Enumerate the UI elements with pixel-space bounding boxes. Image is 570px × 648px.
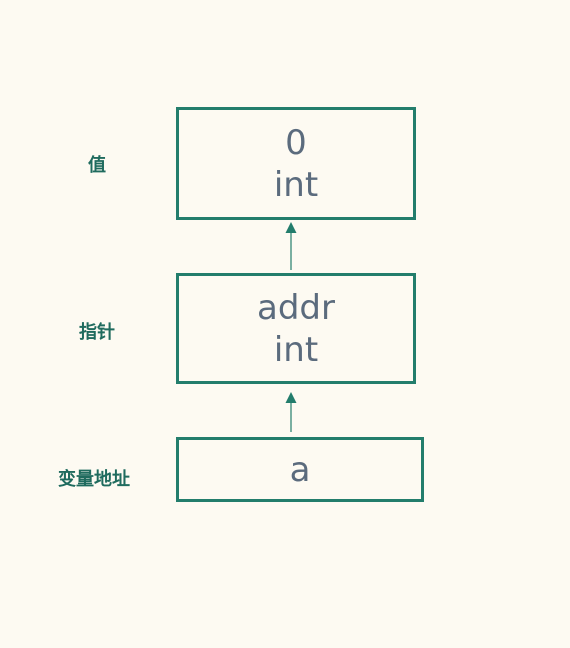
arrows-layer [285, 222, 297, 432]
arrow-pointer-to-value [285, 222, 297, 270]
arrow-variable-to-pointer [285, 392, 297, 432]
